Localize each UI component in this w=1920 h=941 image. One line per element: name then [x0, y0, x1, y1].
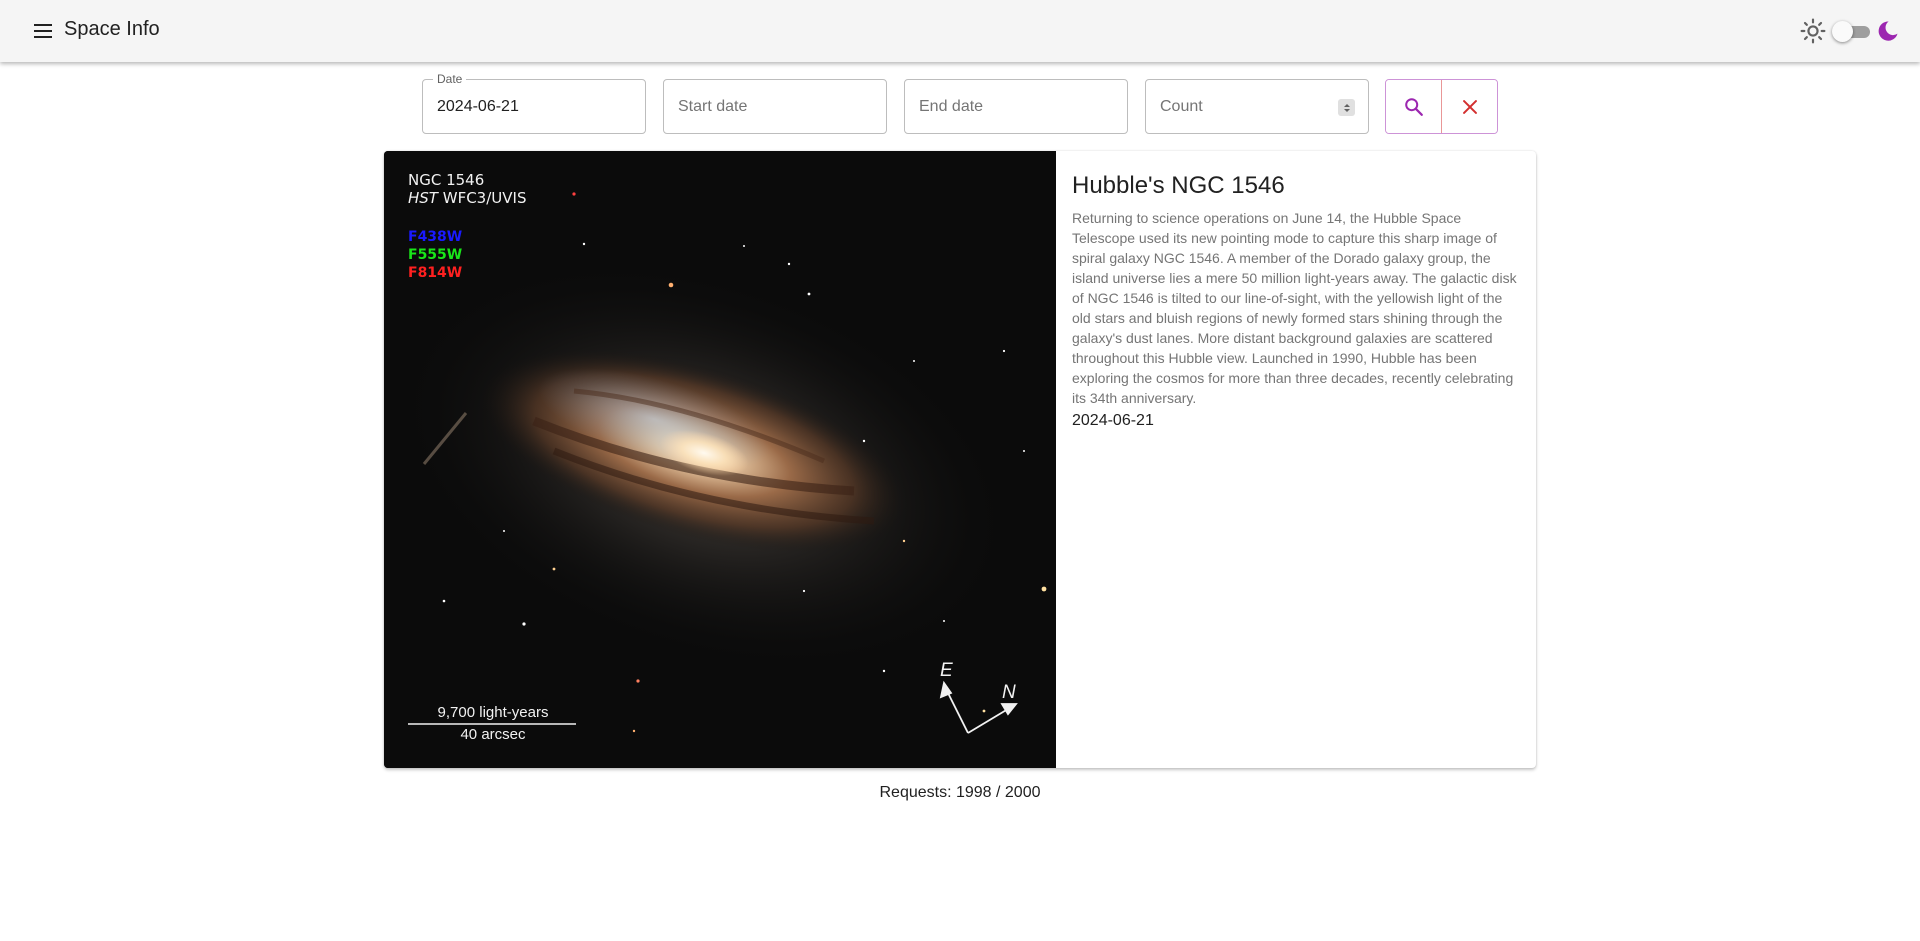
stepper-up-icon[interactable] — [1343, 103, 1350, 107]
filter-label: F814W — [408, 265, 463, 281]
stepper-down-icon[interactable] — [1343, 108, 1350, 112]
apod-explanation: Returning to science operations on June … — [1072, 210, 1517, 406]
menu-icon[interactable] — [30, 19, 56, 43]
action-button-group — [1385, 79, 1498, 134]
count-input[interactable] — [1146, 80, 1368, 133]
apod-details: Hubble's NGC 1546 Returning to science o… — [1072, 171, 1522, 432]
image-instrument-label: HST WFC3/UVIS — [408, 189, 526, 207]
sun-icon — [1800, 18, 1826, 44]
start-date-field[interactable] — [663, 79, 887, 134]
date-label: Date — [433, 72, 467, 86]
image-object-label: NGC 1546 — [408, 171, 485, 189]
compass-east-label: E — [940, 660, 953, 681]
end-date-field[interactable] — [904, 79, 1128, 134]
search-icon — [1404, 97, 1423, 116]
galaxy-image — [384, 151, 1056, 768]
apod-image[interactable]: NGC 1546 HST WFC3/UVIS F438W F555W F814W… — [384, 151, 1056, 768]
compass-north-label: N — [1002, 682, 1016, 703]
app-bar: Space Info — [0, 0, 1920, 62]
scale-bar-angle: 40 arcsec — [460, 726, 526, 743]
instrument-name: WFC3/UVIS — [442, 189, 527, 207]
clear-button[interactable] — [1441, 80, 1497, 133]
date-input[interactable] — [423, 80, 645, 133]
count-stepper[interactable] — [1338, 99, 1355, 116]
apod-date: 2024-06-21 — [1072, 412, 1154, 429]
close-icon — [1462, 99, 1477, 114]
apod-title: Hubble's NGC 1546 — [1072, 172, 1285, 199]
scale-bar-distance: 9,700 light-years — [437, 704, 549, 721]
start-date-input[interactable] — [664, 80, 886, 133]
theme-toggle[interactable] — [1832, 18, 1870, 44]
moon-icon — [1878, 21, 1898, 41]
theme-switcher — [1800, 18, 1900, 44]
apod-card: NGC 1546 HST WFC3/UVIS F438W F555W F814W… — [384, 151, 1536, 768]
filter-label: F438W — [408, 229, 463, 245]
requests-counter: Requests: 1998 / 2000 — [879, 784, 1041, 801]
toggle-thumb — [1832, 21, 1853, 42]
count-field[interactable] — [1145, 79, 1369, 134]
instrument-prefix: HST — [408, 189, 438, 207]
end-date-input[interactable] — [905, 80, 1127, 133]
date-field[interactable]: Date — [422, 72, 646, 134]
search-button[interactable] — [1386, 80, 1441, 133]
app-title: Space Info — [64, 18, 160, 40]
filter-label: F555W — [408, 247, 463, 263]
